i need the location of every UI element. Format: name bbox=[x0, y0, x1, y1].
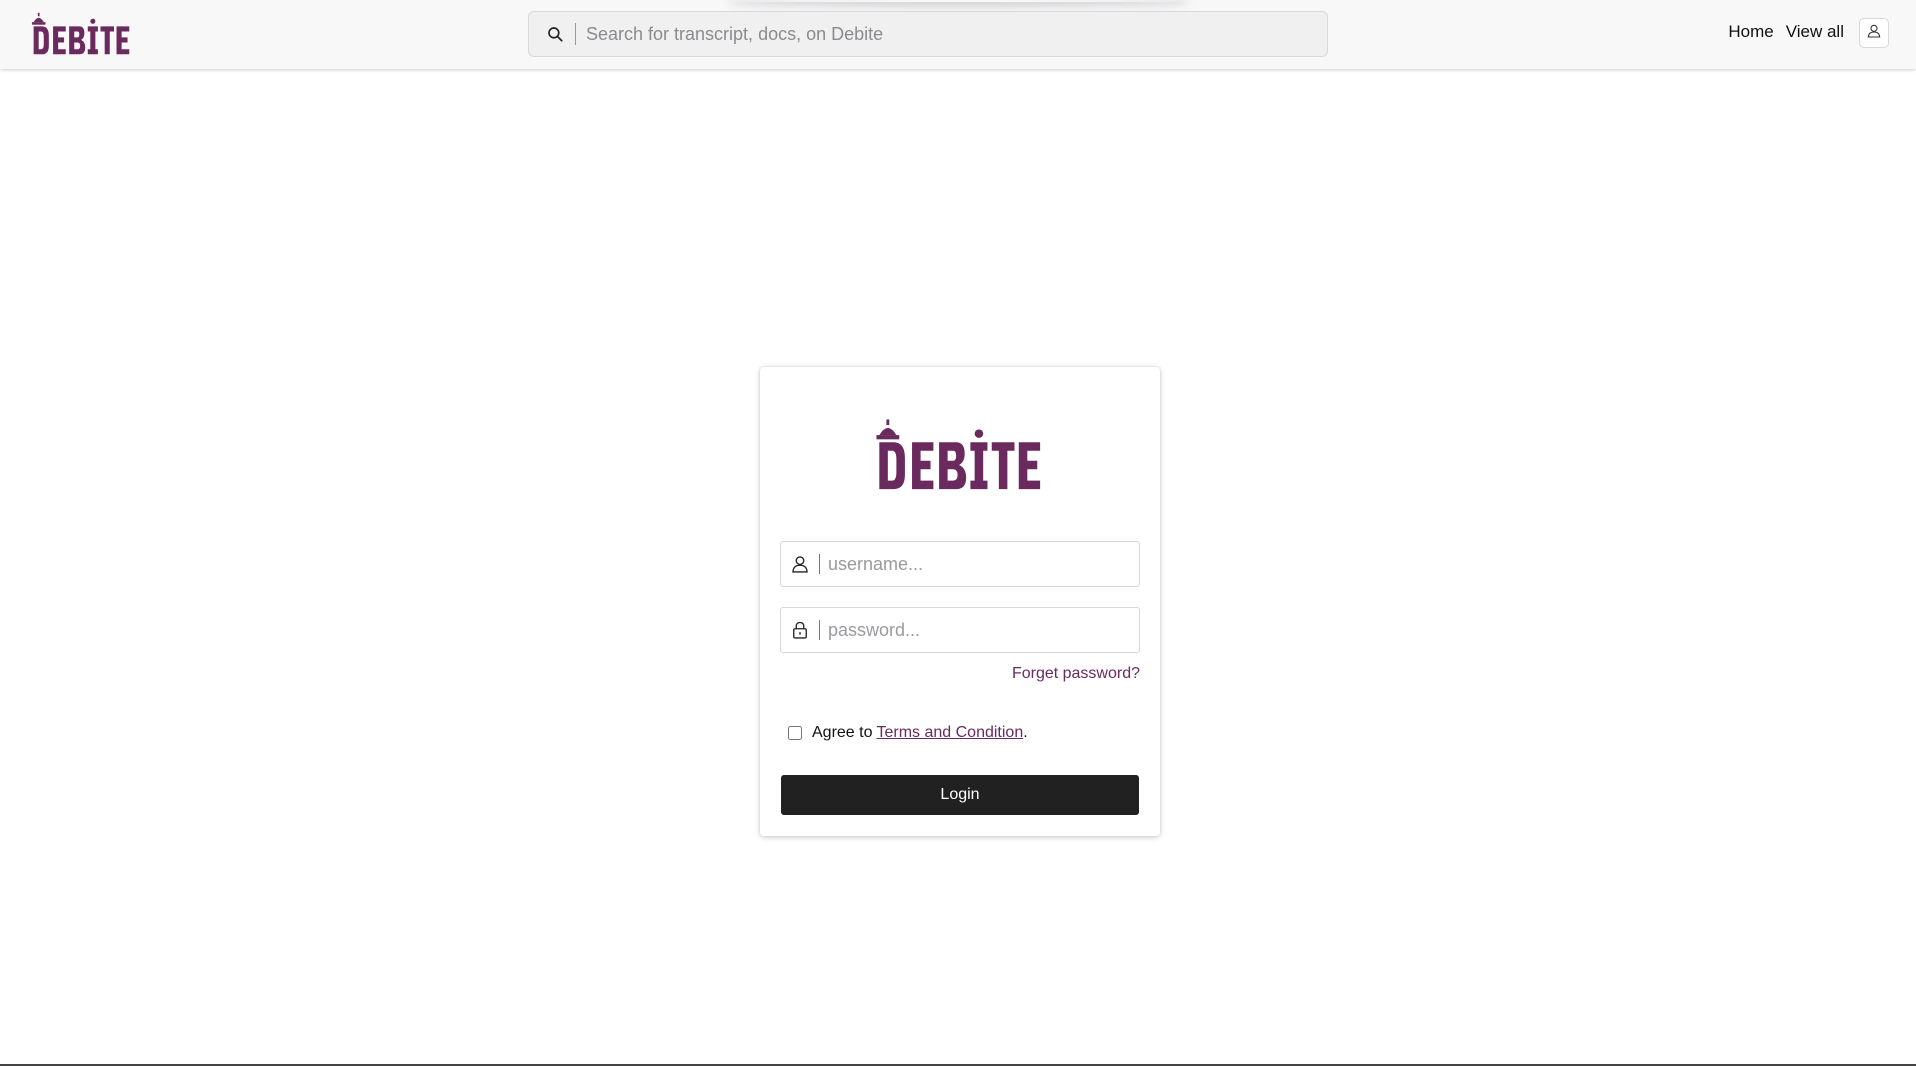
search-icon bbox=[535, 12, 575, 56]
agree-suffix: . bbox=[1023, 724, 1028, 741]
terms-agreement: Agree to Terms and Condition . bbox=[788, 724, 1028, 742]
login-button[interactable]: Login bbox=[781, 775, 1139, 815]
brand-logo[interactable] bbox=[30, 12, 132, 56]
field-divider bbox=[819, 620, 820, 640]
search-input[interactable] bbox=[586, 14, 1327, 54]
user-icon bbox=[781, 542, 819, 586]
field-divider bbox=[819, 554, 820, 574]
nav-home-link[interactable]: Home bbox=[1728, 22, 1773, 42]
nav-view-all-link[interactable]: View all bbox=[1786, 22, 1844, 42]
nav-links: Home View all bbox=[1728, 22, 1844, 42]
user-icon bbox=[1866, 23, 1882, 44]
header-shadow bbox=[732, 0, 1186, 2]
terms-checkbox[interactable] bbox=[788, 726, 802, 740]
forgot-password-link[interactable]: Forget password? bbox=[1012, 665, 1140, 683]
agree-prefix: Agree to bbox=[812, 724, 873, 741]
card-brand-logo bbox=[876, 419, 1041, 490]
username-field[interactable] bbox=[780, 541, 1140, 587]
search-bar[interactable] bbox=[528, 11, 1328, 57]
account-button[interactable] bbox=[1859, 18, 1889, 48]
username-input[interactable] bbox=[828, 544, 1139, 584]
password-field[interactable] bbox=[780, 607, 1140, 653]
search-divider bbox=[575, 23, 576, 45]
password-input[interactable] bbox=[828, 610, 1139, 650]
top-navbar: Home View all bbox=[0, 0, 1916, 69]
lock-icon bbox=[781, 608, 819, 652]
terms-link[interactable]: Terms and Condition bbox=[876, 724, 1023, 742]
page: Home View all bbox=[0, 0, 1916, 1066]
